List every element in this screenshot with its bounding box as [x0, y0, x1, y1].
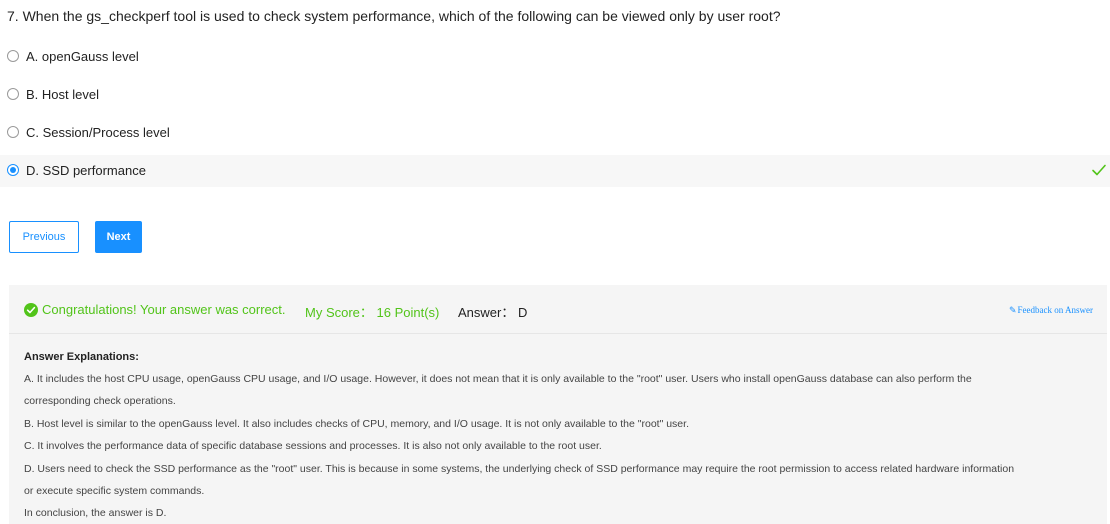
- explanation-line: corresponding check operations.: [24, 395, 176, 408]
- edit-icon: ✎: [1008, 305, 1017, 315]
- feedback-link[interactable]: ✎Feedback on Answer: [1009, 305, 1093, 316]
- explanation-line: or execute specific system commands.: [24, 485, 205, 498]
- result-panel: Congratulations! Your answer was correct…: [9, 285, 1107, 524]
- option-label: A. openGauss level: [26, 49, 139, 64]
- explanation-line: B. Host level is similar to the openGaus…: [24, 417, 689, 430]
- explanation-line: D. Users need to check the SSD performan…: [24, 462, 1015, 475]
- radio-button-selected[interactable]: [7, 164, 19, 176]
- radio-button[interactable]: [7, 50, 19, 62]
- answer-text: Answer： D: [458, 305, 528, 320]
- option-c[interactable]: C. Session/Process level: [0, 117, 1110, 149]
- option-d[interactable]: D. SSD performance: [0, 155, 1110, 187]
- option-label: C. Session/Process level: [26, 125, 170, 140]
- option-b[interactable]: B. Host level: [0, 79, 1110, 111]
- explanation-line: C. It involves the performance data of s…: [24, 440, 602, 453]
- explanation-line: A. It includes the host CPU usage, openG…: [24, 373, 972, 385]
- question-title: 7. When the gs_checkperf tool is used to…: [7, 8, 781, 24]
- result-header: Congratulations! Your answer was correct…: [9, 285, 1107, 334]
- option-a[interactable]: A. openGauss level: [0, 41, 1110, 73]
- answer-explanations: Answer Explanations: A. It includes the …: [24, 346, 1094, 524]
- checkmark-icon: [1092, 164, 1106, 176]
- explanations-title: Answer Explanations:: [24, 351, 139, 363]
- previous-button[interactable]: Previous: [9, 221, 79, 253]
- radio-button[interactable]: [7, 126, 19, 138]
- check-circle-icon: [24, 303, 38, 317]
- score-text: My Score： 16 Point(s): [305, 305, 440, 320]
- option-label: B. Host level: [26, 87, 99, 102]
- feedback-label: Feedback on Answer: [1017, 305, 1093, 315]
- option-label: D. SSD performance: [26, 163, 146, 178]
- congrats-message: Congratulations! Your answer was correct…: [42, 302, 286, 317]
- quiz-page: 7. When the gs_checkperf tool is used to…: [0, 0, 1110, 524]
- explanation-line: In conclusion, the answer is D.: [24, 507, 167, 520]
- next-button[interactable]: Next: [95, 221, 142, 253]
- radio-button[interactable]: [7, 88, 19, 100]
- options-list: A. openGauss level B. Host level C. Sess…: [0, 41, 1110, 193]
